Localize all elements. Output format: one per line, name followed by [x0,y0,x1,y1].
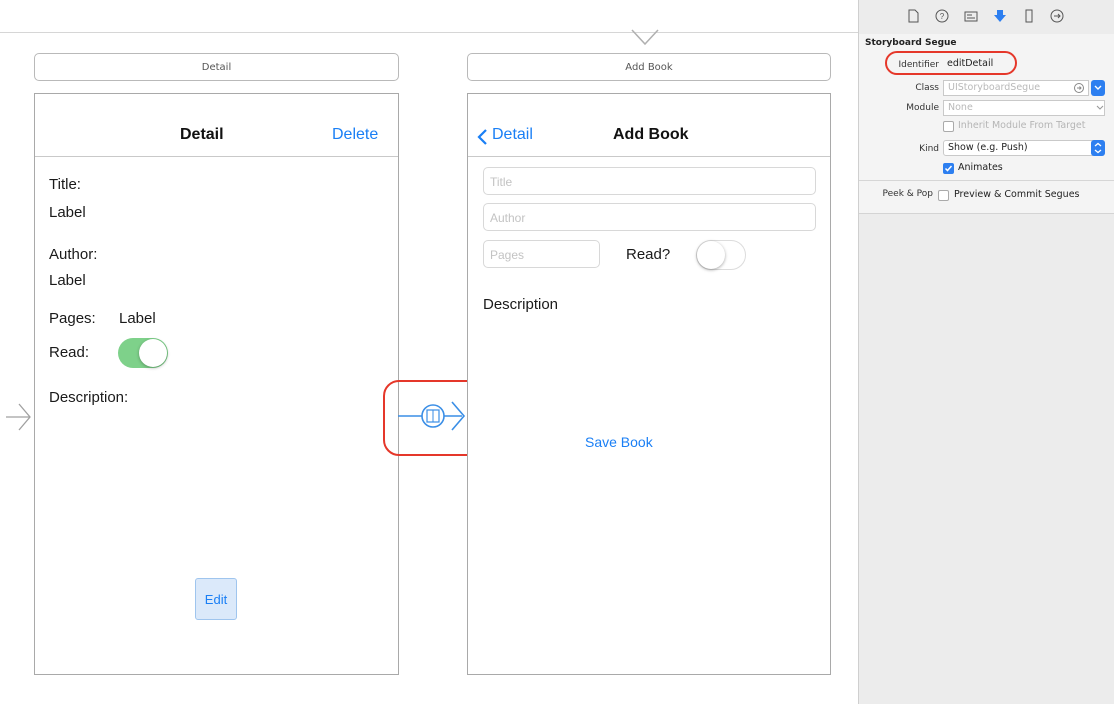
add-book-nav-title: Add Book [613,126,689,143]
class-dropdown-button[interactable] [1091,80,1105,96]
identity-icon[interactable] [963,8,979,24]
attributes-icon[interactable] [992,8,1008,24]
title-field[interactable]: Title [483,167,816,195]
svg-text:?: ? [940,12,945,21]
author-field[interactable]: Author [483,203,816,231]
description-label: Description: [49,389,129,406]
inherit-module-label: Inherit Module From Target [958,120,1086,131]
save-book-button[interactable]: Save Book [585,434,653,450]
pages-field[interactable]: Pages [483,240,600,268]
delete-button[interactable]: Delete [332,126,378,144]
preview-commit-checkbox[interactable] [938,190,949,201]
attributes-inspector: ? Storyboard Segue Identifier editDetail… [858,0,1114,704]
incoming-segue-arrow-icon [631,29,659,46]
class-label: Class [915,83,939,93]
entry-arrow-icon [6,403,31,431]
kind-label: Kind [919,144,939,154]
module-dropdown-icon[interactable] [1095,102,1105,114]
author-label: Author: [49,246,98,263]
module-label: Module [906,103,939,113]
file-icon[interactable] [905,8,921,24]
chevron-down-icon [1094,85,1102,90]
up-down-chevron-icon [1094,142,1102,154]
edit-button[interactable]: Edit [195,578,237,620]
title-value-label: Label [49,204,86,221]
detail-scene-title-bar[interactable]: Detail [34,53,399,81]
size-icon[interactable] [1021,8,1037,24]
kind-popup[interactable]: Show (e.g. Push) [943,140,1105,156]
peek-pop-label: Peek & Pop [882,189,933,199]
preview-commit-label: Preview & Commit Segues [954,189,1080,200]
animates-checkbox[interactable] [943,163,954,174]
pages-label: Pages: [49,310,96,327]
read-switch-on[interactable] [118,338,168,368]
animates-label: Animates [958,162,1003,173]
read-label: Read: [49,344,90,361]
checkmark-icon [944,165,953,172]
back-button[interactable]: Detail [492,126,533,144]
canvas-top-divider [0,32,858,33]
add-book-nav-bar: Detail Add Book [468,94,830,157]
inspector-tab-bar: ? [859,0,1114,34]
storyboard-segue-panel: Storyboard Segue Identifier editDetail C… [859,34,1114,214]
class-jump-icon[interactable] [1073,82,1085,94]
read-question-label: Read? [626,246,671,263]
chevron-left-icon[interactable] [476,128,488,146]
help-icon[interactable]: ? [934,8,950,24]
read-switch-off[interactable] [696,240,746,270]
description-label: Description [483,296,559,313]
connections-icon[interactable] [1049,8,1065,24]
pages-value-label: Label [119,310,156,327]
title-label: Title: [49,176,81,193]
module-field[interactable]: None [943,100,1105,116]
inherit-module-checkbox[interactable] [943,121,954,132]
panel-divider [859,180,1114,181]
detail-scene[interactable]: Detail Delete Title: Label Author: Label… [34,93,399,675]
identifier-highlight-circle [885,51,1017,75]
detail-nav-bar: Detail Delete [35,94,398,157]
section-title: Storyboard Segue [865,38,957,48]
class-field[interactable]: UIStoryboardSegue [943,80,1089,96]
detail-nav-title: Detail [180,126,224,143]
add-book-scene-title-bar[interactable]: Add Book [467,53,831,81]
kind-stepper-button[interactable] [1091,140,1105,156]
author-value-label: Label [49,272,86,289]
add-book-scene[interactable]: Detail Add Book Title Author Pages Read?… [467,93,831,675]
